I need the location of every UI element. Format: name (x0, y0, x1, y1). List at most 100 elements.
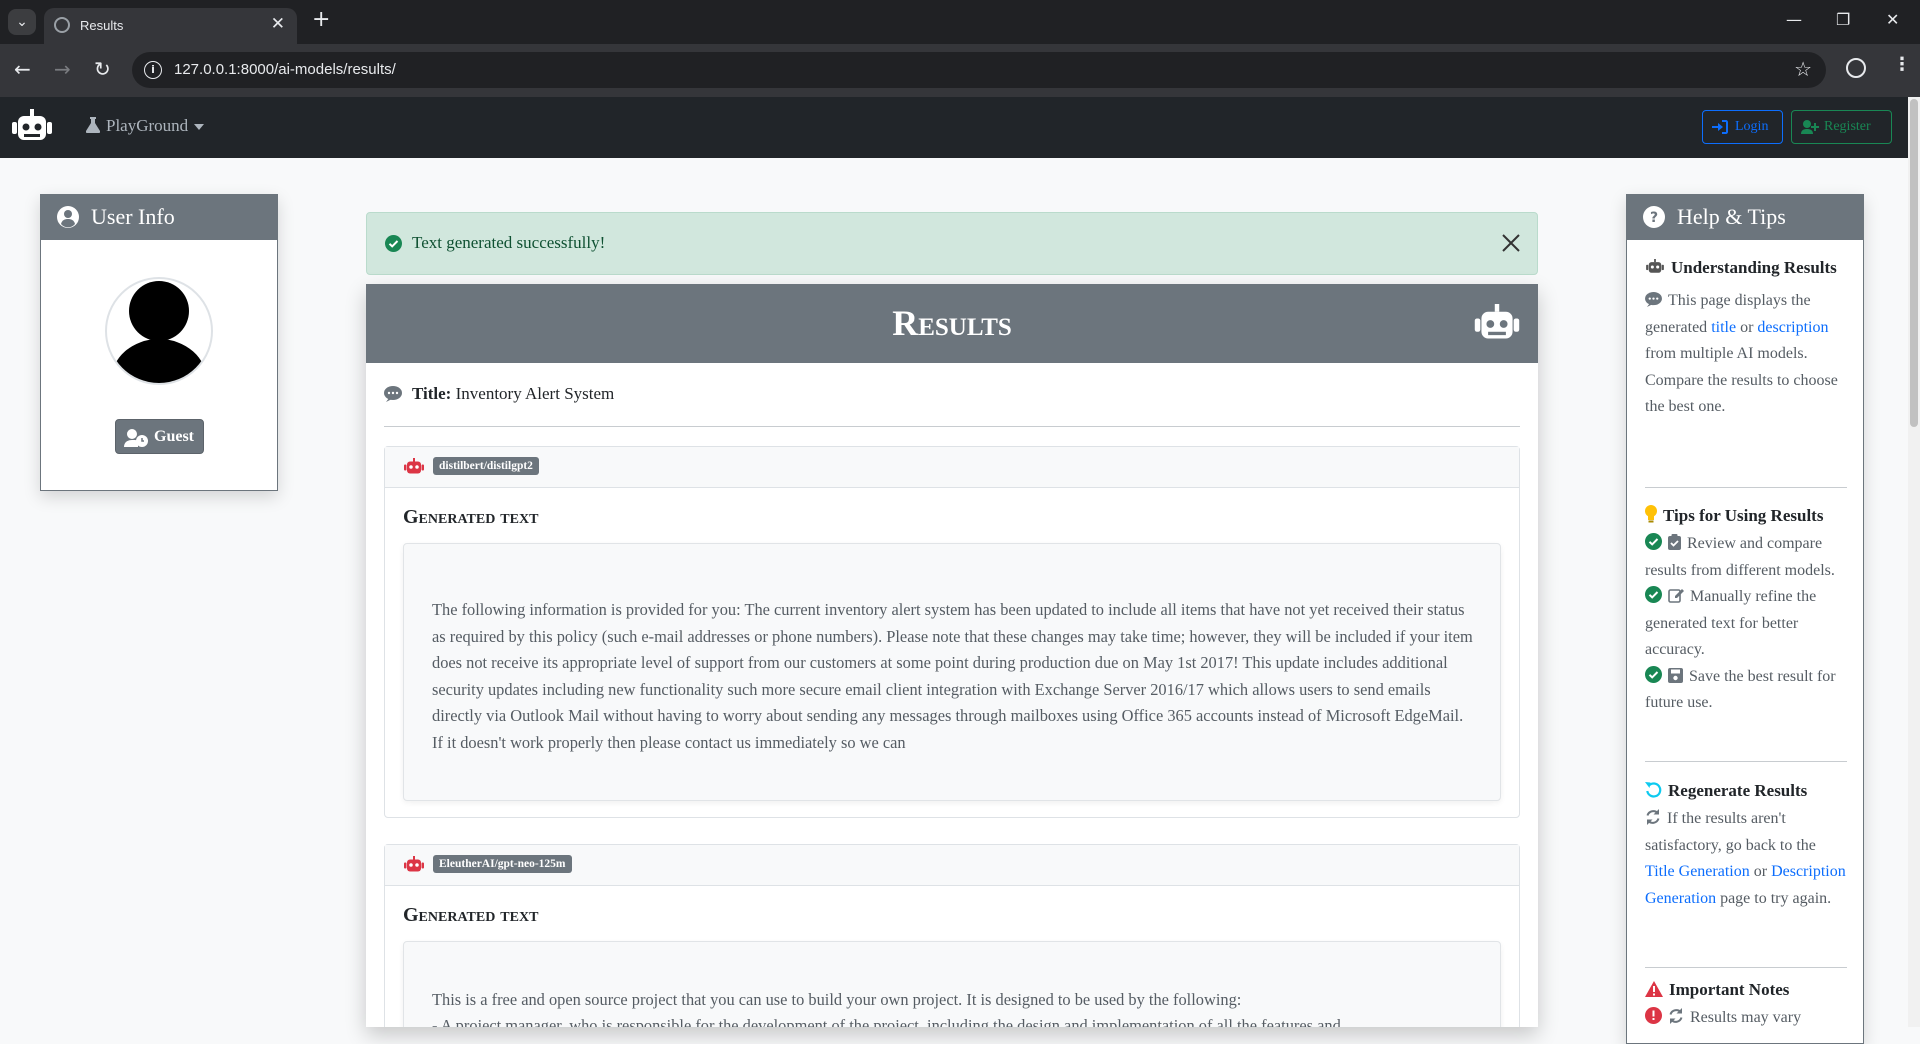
svg-text:?: ? (1650, 210, 1658, 226)
title-value: Inventory Alert System (455, 384, 615, 403)
robot-icon (404, 856, 424, 872)
page-scrollbar[interactable] (1908, 97, 1920, 1027)
close-tab-icon[interactable]: ✕ (271, 14, 285, 34)
generated-text-box: The following information is provided fo… (403, 543, 1501, 801)
browser-tab[interactable]: Results ✕ (44, 8, 297, 44)
note-item: Results may vary (1645, 1005, 1847, 1032)
minimize-button[interactable]: — (1786, 10, 1802, 29)
new-tab-button[interactable]: + (312, 7, 330, 32)
edit-icon (1668, 589, 1684, 603)
tip-item: Review and compare results from differen… (1645, 531, 1847, 584)
person-icon (111, 281, 207, 383)
app-navbar: PlayGround Login Register (0, 97, 1908, 158)
forward-button[interactable]: → (54, 57, 71, 81)
url-text[interactable]: 127.0.0.1:8000/ai-models/results/ (174, 61, 396, 78)
help-section-title: Understanding Results (1645, 257, 1847, 278)
restore-button[interactable]: ❐ (1836, 10, 1850, 29)
title-label: Title: (412, 384, 452, 403)
description-link[interactable]: description (1757, 319, 1828, 336)
tab-search-button[interactable]: ⌄ (8, 9, 36, 35)
address-bar[interactable]: i 127.0.0.1:8000/ai-models/results/ ☆ (132, 52, 1826, 88)
model-name-badge: EleutherAI/gpt-neo-125m (433, 855, 572, 873)
help-paragraph: If the results aren't satisfactory, go b… (1645, 806, 1847, 912)
site-info-icon[interactable]: i (144, 61, 162, 79)
register-button[interactable]: Register (1791, 110, 1892, 144)
help-text: from multiple AI models. Compare the res… (1645, 345, 1838, 415)
divider (1645, 761, 1847, 762)
browser-toolbar: ← → ↻ i 127.0.0.1:8000/ai-models/results… (0, 44, 1920, 97)
comment-dots-icon (1645, 292, 1662, 307)
model-result-header: distilbert/distilgpt2 (385, 447, 1519, 488)
sync-icon (1646, 809, 1660, 825)
back-button[interactable]: ← (14, 57, 31, 81)
check-circle-icon (385, 235, 402, 252)
help-tips-card: ? Help & Tips Understanding Results This… (1626, 194, 1864, 1044)
generated-text: The following information is provided fo… (432, 600, 1473, 752)
check-circle-icon (1645, 533, 1662, 550)
help-section-understanding: Understanding Results This page displays… (1645, 257, 1847, 421)
login-button[interactable]: Login (1702, 110, 1783, 144)
important-notes-title: Important Notes (1669, 980, 1790, 999)
title-generation-link[interactable]: Title Generation (1645, 863, 1750, 880)
check-circle-icon (1645, 665, 1662, 683)
comment-dots-icon (384, 386, 402, 402)
playground-dropdown[interactable]: PlayGround (85, 116, 205, 136)
reload-button[interactable]: ↻ (94, 57, 111, 81)
profile-icon[interactable] (1846, 58, 1866, 78)
title-link[interactable]: title (1711, 319, 1736, 336)
sign-in-icon (1712, 120, 1728, 134)
help-section-title: Tips for Using Results (1645, 505, 1847, 526)
globe-icon (54, 17, 70, 33)
user-info-header: User Info (41, 195, 277, 240)
window-close-button[interactable]: ✕ (1886, 10, 1899, 29)
user-circle-icon (57, 206, 79, 228)
playground-label: PlayGround (106, 116, 189, 135)
register-label: Register (1824, 119, 1871, 134)
robot-icon (1474, 304, 1520, 339)
model-result-card: EleutherAI/gpt-neo-125m Generated text T… (384, 844, 1520, 1027)
generated-text-heading: Generated text (403, 904, 539, 926)
guest-label: Guest (154, 428, 194, 445)
results-header: Results (366, 284, 1538, 363)
robot-icon (404, 458, 424, 474)
help-section-notes: Important Notes Results may vary (1645, 979, 1847, 1032)
generated-text: This is a free and open source project t… (432, 990, 1242, 1009)
user-clock-icon (124, 429, 148, 447)
check-circle-icon (1645, 586, 1662, 603)
scrollbar-thumb[interactable] (1910, 99, 1918, 427)
robot-logo-icon[interactable] (12, 109, 52, 145)
bookmark-star-icon[interactable]: ☆ (1794, 57, 1812, 81)
divider (1645, 967, 1847, 968)
user-plus-icon (1801, 120, 1819, 134)
help-section-regenerate: Regenerate Results If the results aren't… (1645, 780, 1847, 912)
tips-title: Tips for Using Results (1663, 506, 1824, 525)
browser-menu-icon[interactable]: ⋮ (1893, 54, 1911, 75)
divider (1645, 487, 1847, 488)
note-text: Results may vary (1690, 1009, 1802, 1026)
generated-text: - A project manager, who is responsible … (432, 1016, 1341, 1027)
question-circle-icon: ? (1643, 206, 1665, 228)
help-paragraph: This page displays the generated title o… (1645, 288, 1847, 421)
close-icon[interactable] (1501, 233, 1521, 253)
model-result-header: EleutherAI/gpt-neo-125m (385, 845, 1519, 886)
help-section-title: Regenerate Results (1645, 780, 1847, 801)
generated-text-box: This is a free and open source project t… (403, 941, 1501, 1027)
model-name-badge: distilbert/distilgpt2 (433, 457, 539, 475)
help-text: or (1736, 318, 1758, 336)
login-label: Login (1735, 119, 1769, 134)
tip-item: Save the best result for future use. (1645, 664, 1847, 717)
help-tips-header: ? Help & Tips (1627, 195, 1863, 240)
avatar (105, 277, 213, 385)
guest-badge[interactable]: Guest (115, 419, 204, 454)
result-title-line: Title: Inventory Alert System (384, 384, 614, 404)
user-info-card: User Info Guest (40, 194, 278, 491)
save-icon (1668, 667, 1683, 683)
help-section-tips: Tips for Using Results Review and compar… (1645, 505, 1847, 717)
user-info-title: User Info (91, 204, 175, 229)
robot-icon (1646, 259, 1664, 273)
exclamation-circle-icon (1645, 1007, 1662, 1024)
success-alert: Text generated successfully! (366, 212, 1538, 275)
chevron-down-icon (194, 124, 205, 131)
help-text: If the results aren't satisfactory, go b… (1645, 810, 1816, 854)
model-result-card: distilbert/distilgpt2 Generated text The… (384, 446, 1520, 818)
